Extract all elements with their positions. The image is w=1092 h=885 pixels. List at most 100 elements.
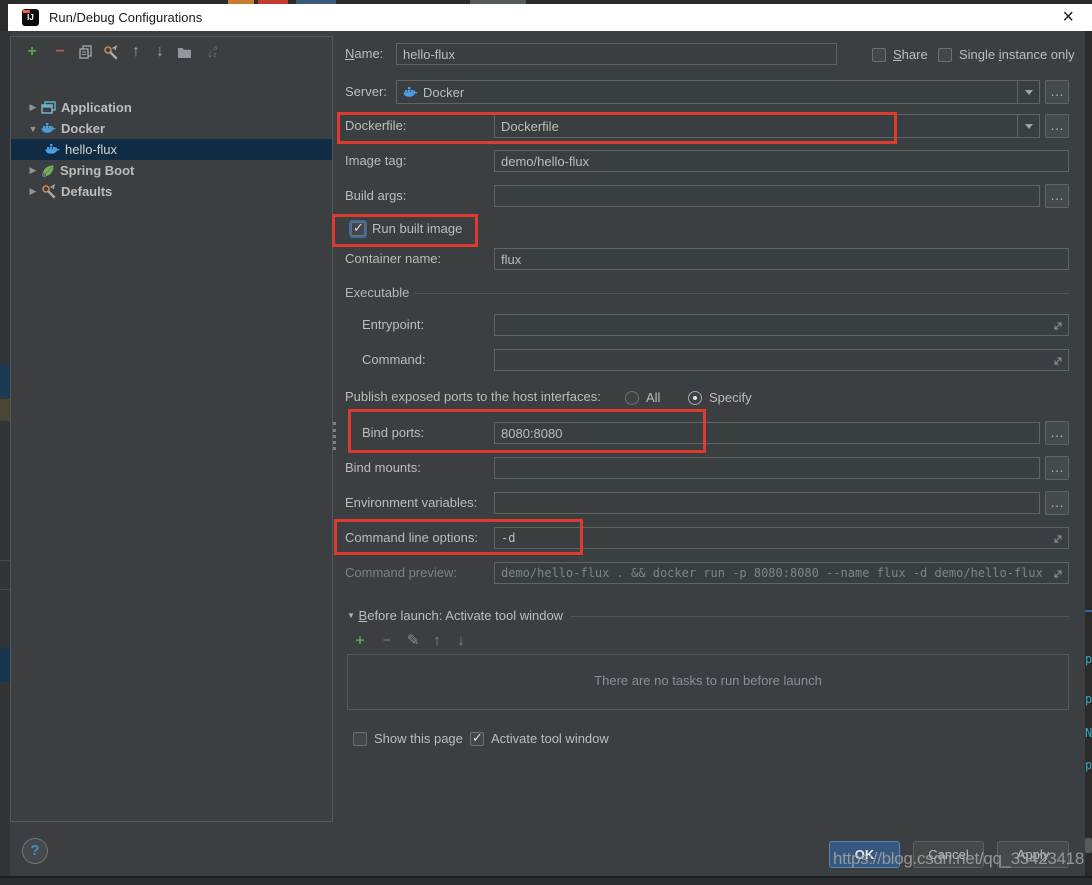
add-configuration-icon[interactable]: +	[23, 43, 41, 61]
collapse-arrow-icon[interactable]: ▼	[347, 611, 355, 620]
server-combobox[interactable]: Docker	[396, 80, 1040, 104]
code-fragment: Ne	[1085, 726, 1092, 740]
chevron-down-icon[interactable]	[1017, 81, 1039, 103]
watermark-text: https://blog.csdn.net/qq_33423418	[833, 849, 1084, 869]
env-vars-label: Environment variables:	[345, 492, 477, 514]
run-built-image-checkbox[interactable]: Run built image	[351, 220, 462, 236]
bind-ports-input[interactable]	[494, 422, 1040, 444]
publish-specify-label: Specify	[709, 390, 752, 405]
dockerfile-browse-button[interactable]: …	[1045, 114, 1069, 138]
defaults-wrench-icon	[41, 184, 56, 199]
edit-task-pencil-icon[interactable]: ✎	[404, 632, 422, 650]
command-label: Command:	[362, 349, 426, 371]
server-browse-button[interactable]: …	[1045, 80, 1069, 104]
code-fragment: p	[1085, 652, 1092, 666]
docker-icon	[41, 122, 56, 135]
image-tag-label: Image tag:	[345, 150, 406, 172]
single-instance-checkbox[interactable]: Single instance only	[938, 46, 1075, 62]
screen: p p Ne p IJ Run/Debug Configurations × +…	[0, 0, 1092, 885]
move-task-down-icon[interactable]: ↓	[452, 632, 470, 650]
container-name-input[interactable]	[494, 248, 1069, 270]
cmd-preview-label: Command preview:	[345, 562, 457, 584]
name-input[interactable]	[396, 43, 837, 65]
single-instance-label: Single instance only	[959, 47, 1075, 62]
expand-arrow-icon[interactable]: ▶	[25, 102, 41, 113]
application-icon	[41, 101, 56, 115]
dockerfile-label: Dockerfile:	[345, 115, 406, 137]
chevron-down-icon[interactable]	[1017, 115, 1039, 137]
bind-mounts-browse-button[interactable]: …	[1045, 456, 1069, 480]
expand-field-icon[interactable]	[1052, 533, 1064, 545]
tree-item-spring-boot[interactable]: ▶ Spring Boot	[11, 160, 332, 181]
empty-tasks-text: There are no tasks to run before launch	[348, 673, 1068, 688]
before-launch-header[interactable]: ▼ Before launch: Activate tool window	[347, 605, 563, 627]
cmd-options-input[interactable]: -d	[494, 527, 1069, 549]
expand-field-icon[interactable]	[1052, 320, 1064, 332]
cmd-preview-field: demo/hello-flux . && docker run -p 8080:…	[494, 562, 1069, 584]
before-launch-task-list: There are no tasks to run before launch	[347, 654, 1069, 710]
tree-item-hello-flux[interactable]: hello-flux	[11, 139, 332, 160]
activate-tool-window-label: Activate tool window	[491, 731, 609, 746]
move-task-up-icon[interactable]: ↑	[428, 632, 446, 650]
background-left-sliver	[0, 31, 10, 885]
expand-field-icon[interactable]	[1052, 568, 1064, 580]
dialog-title: Run/Debug Configurations	[49, 10, 202, 25]
dockerfile-value: Dockerfile	[501, 119, 559, 134]
build-args-input[interactable]	[494, 185, 1040, 207]
dialog-titlebar: IJ Run/Debug Configurations ×	[8, 4, 1092, 31]
publish-all-label: All	[646, 390, 660, 405]
tree-item-application[interactable]: ▶ Application	[11, 97, 332, 118]
executable-section-label: Executable	[345, 282, 409, 304]
spring-boot-icon	[41, 164, 55, 178]
docker-icon	[45, 143, 60, 156]
cmd-options-label: Command line options:	[345, 527, 478, 549]
publish-ports-label: Publish exposed ports to the host interf…	[345, 386, 601, 408]
help-button[interactable]: ?	[22, 838, 48, 864]
activate-tool-window-checkbox[interactable]: Activate tool window	[470, 730, 609, 746]
command-input[interactable]	[494, 349, 1069, 371]
expand-field-icon[interactable]	[1052, 355, 1064, 367]
show-this-page-label: Show this page	[374, 731, 463, 746]
panel-splitter-handle[interactable]	[333, 422, 337, 450]
section-divider	[413, 293, 1069, 294]
copy-configuration-icon[interactable]	[77, 43, 95, 61]
sort-alphabetically-icon[interactable]: ↓az	[203, 43, 221, 61]
env-vars-browse-button[interactable]: …	[1045, 491, 1069, 515]
entrypoint-label: Entrypoint:	[362, 314, 424, 336]
folder-icon[interactable]	[175, 43, 193, 61]
share-checkbox[interactable]: Share	[872, 46, 928, 62]
server-label: Server:	[345, 81, 387, 103]
edit-templates-wrench-icon[interactable]	[101, 43, 119, 61]
show-this-page-checkbox[interactable]: Show this page	[353, 730, 463, 746]
expand-arrow-icon[interactable]: ▶	[25, 186, 41, 197]
docker-icon	[403, 86, 418, 99]
move-up-icon[interactable]: ↑	[127, 43, 145, 61]
add-task-icon[interactable]: +	[351, 632, 369, 650]
remove-configuration-icon[interactable]: −	[51, 43, 69, 61]
close-icon[interactable]: ×	[1062, 5, 1074, 30]
publish-specify-radio[interactable]: Specify	[688, 389, 752, 405]
env-vars-input[interactable]	[494, 492, 1040, 514]
move-down-icon[interactable]: ↓	[151, 43, 169, 61]
tree-item-docker[interactable]: ▼ Docker	[11, 118, 332, 139]
share-label: Share	[893, 47, 928, 62]
tree-item-label: Docker	[61, 121, 105, 136]
bind-ports-browse-button[interactable]: …	[1045, 421, 1069, 445]
build-args-browse-button[interactable]: …	[1045, 184, 1069, 208]
expand-arrow-icon[interactable]: ▶	[25, 165, 41, 176]
name-label: Name:	[345, 43, 383, 65]
publish-all-radio[interactable]: All	[625, 389, 660, 405]
collapse-arrow-icon[interactable]: ▼	[25, 124, 41, 134]
tree-item-defaults[interactable]: ▶ Defaults	[11, 181, 332, 202]
configurations-tree-panel: + − ↑ ↓ ↓az ▶	[10, 36, 333, 822]
intellij-logo-icon: IJ	[22, 9, 39, 26]
bind-ports-label: Bind ports:	[362, 422, 424, 444]
remove-task-icon[interactable]: −	[378, 632, 396, 650]
bind-mounts-input[interactable]	[494, 457, 1040, 479]
server-value: Docker	[423, 85, 464, 100]
background-right-sliver: p p Ne p	[1085, 31, 1092, 885]
image-tag-input[interactable]	[494, 150, 1069, 172]
entrypoint-input[interactable]	[494, 314, 1069, 336]
dockerfile-combobox[interactable]: Dockerfile	[494, 114, 1040, 138]
code-fragment: p	[1085, 758, 1092, 772]
